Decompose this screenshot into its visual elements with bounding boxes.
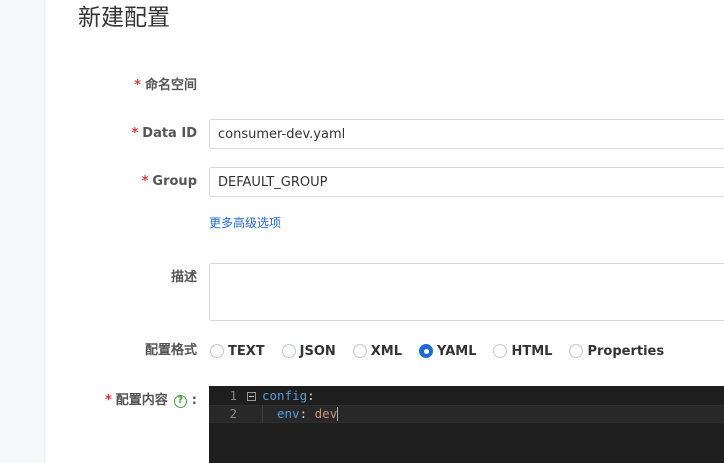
question-circle-icon[interactable]: ? [173, 394, 187, 408]
format-label-text: 配置格式 [144, 343, 197, 358]
new-config-page: 新建配置 * 命名空间 * Data ID consumer-dev.yaml … [0, 0, 724, 463]
yaml-colon: : [307, 388, 315, 403]
data-id-input[interactable]: consumer-dev.yaml [209, 119, 724, 149]
radio-label: Properties [587, 343, 665, 359]
radio-checked-icon [419, 344, 434, 358]
namespace-label-text: 命名空间 [144, 78, 197, 93]
radio-label: JSON [299, 343, 336, 359]
left-sidebar-gutter [0, 0, 45, 463]
namespace-label: * 命名空间 [134, 77, 197, 95]
content-label-text: 配置内容 [115, 393, 168, 408]
yaml-key: config [262, 388, 308, 403]
format-option-properties[interactable]: Properties [569, 344, 664, 359]
radio-label: TEXT [228, 343, 265, 359]
description-textarea[interactable] [209, 263, 724, 321]
group-label: * Group [142, 173, 197, 191]
yaml-colon: : [299, 406, 315, 421]
data-id-label-text: Data ID [142, 126, 197, 141]
fold-collapse-icon[interactable] [247, 391, 256, 401]
format-option-html[interactable]: HTML [493, 344, 552, 359]
format-option-xml[interactable]: XML [352, 343, 403, 359]
content-label-colon: : [191, 393, 197, 408]
group-label-text: Group [152, 174, 197, 189]
yaml-key: env [277, 406, 300, 421]
description-label: 描述 [171, 269, 197, 287]
radio-circle-icon [569, 344, 584, 358]
radio-circle-icon [281, 344, 296, 358]
format-option-json[interactable]: JSON [281, 343, 336, 359]
radio-circle-icon [493, 344, 508, 358]
group-input[interactable]: DEFAULT_GROUP [209, 167, 724, 197]
config-content-editor[interactable]: 1 config: 2 env: dev [209, 386, 724, 463]
format-label: 配置格式 [145, 342, 197, 360]
yaml-value: dev [314, 406, 338, 421]
required-mark: * [141, 174, 149, 189]
required-mark: * [104, 393, 112, 408]
format-option-text[interactable]: TEXT [210, 344, 265, 359]
line-number: 2 [229, 406, 237, 421]
data-id-label: * Data ID [131, 125, 197, 143]
radio-label: HTML [511, 343, 553, 359]
radio-circle-icon [352, 344, 367, 358]
editor-line-current: 2 env: dev [209, 405, 724, 423]
format-radio-group: TEXT JSON XML YAML HTML Properties [210, 341, 681, 361]
description-label-text: 描述 [170, 270, 197, 285]
page-title: 新建配置 [78, 5, 170, 31]
required-mark: * [131, 126, 139, 141]
more-advanced-options-link[interactable]: 更多高级选项 [209, 214, 281, 232]
format-option-yaml[interactable]: YAML [419, 344, 476, 359]
text-cursor [337, 407, 339, 421]
content-label: * 配置内容 ? : [105, 392, 197, 410]
radio-label: YAML [437, 343, 477, 359]
radio-label: XML [370, 343, 403, 359]
editor-line: 1 config: [209, 387, 724, 405]
line-number: 1 [229, 388, 237, 403]
radio-circle-icon [210, 344, 224, 358]
required-mark: * [134, 78, 141, 93]
indent-guide [262, 405, 277, 423]
